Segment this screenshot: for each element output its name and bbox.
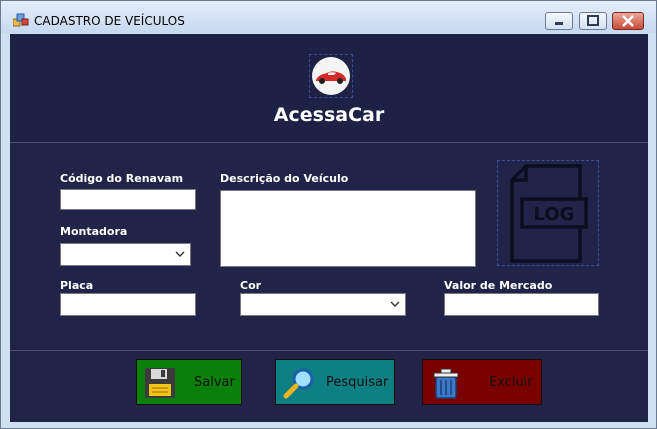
montadora-label: Montadora — [60, 225, 128, 238]
descricao-textarea[interactable] — [220, 190, 476, 267]
brand-title: AcessaCar — [273, 104, 385, 126]
footer-divider — [10, 350, 648, 351]
trash-can-icon — [433, 368, 459, 399]
renavam-label: Código do Renavam — [60, 172, 184, 185]
excluir-button[interactable]: Excluir — [422, 359, 542, 405]
chevron-down-icon — [390, 301, 400, 307]
header-panel: AcessaCar — [10, 34, 648, 142]
red-car-icon — [316, 71, 346, 84]
minimize-icon — [555, 22, 563, 25]
form-client-area: AcessaCar Código do Renavam Descrição do… — [10, 34, 648, 422]
excluir-label: Excluir — [489, 375, 533, 390]
floppy-disk-icon — [145, 368, 175, 398]
magnifier-icon — [283, 368, 314, 399]
log-file-icon: LOG — [510, 164, 588, 263]
app-icon — [13, 13, 29, 27]
chevron-down-icon — [175, 251, 185, 257]
valor-input[interactable] — [444, 293, 599, 316]
maximize-icon — [587, 15, 599, 26]
valor-label: Valor de Mercado — [444, 279, 553, 292]
cor-select[interactable] — [240, 293, 406, 316]
pesquisar-label: Pesquisar — [326, 375, 389, 390]
salvar-label: Salvar — [194, 375, 235, 390]
main-window: CADASTRO DE VEÍCULOS AcessaCar Código do… — [0, 0, 657, 429]
placa-input[interactable] — [60, 293, 196, 316]
log-text: LOG — [534, 204, 575, 225]
descricao-label: Descrição do Veículo — [220, 172, 349, 185]
placa-label: Placa — [60, 279, 94, 292]
salvar-button[interactable]: Salvar — [136, 359, 242, 405]
header-divider — [10, 142, 648, 143]
pesquisar-button[interactable]: Pesquisar — [275, 359, 395, 405]
title-bar[interactable]: CADASTRO DE VEÍCULOS — [1, 1, 656, 33]
minimize-button[interactable] — [545, 12, 573, 30]
maximize-button[interactable] — [579, 12, 607, 30]
renavam-input[interactable] — [60, 189, 196, 210]
log-picture: LOG — [497, 160, 599, 266]
cor-label: Cor — [240, 279, 262, 292]
window-title: CADASTRO DE VEÍCULOS — [34, 14, 185, 28]
logo-picture — [309, 54, 353, 98]
montadora-select[interactable] — [60, 243, 191, 266]
close-button[interactable] — [612, 12, 644, 30]
close-icon — [622, 15, 634, 27]
